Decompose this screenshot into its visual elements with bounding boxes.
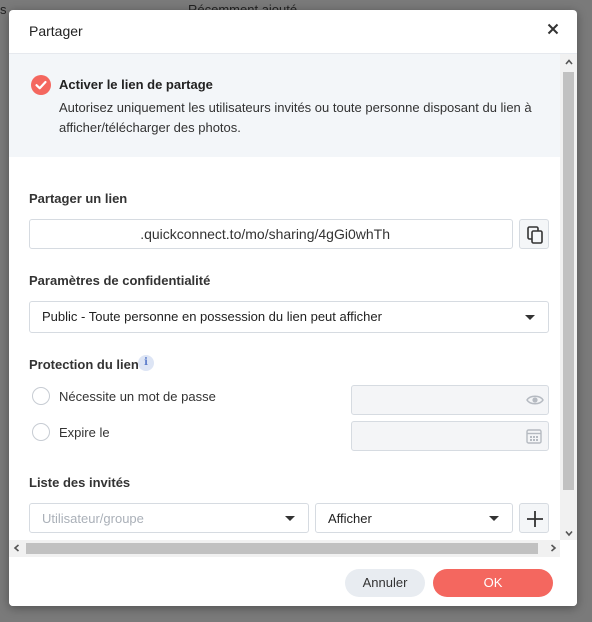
background-text-fragment: s xyxy=(0,2,7,17)
share-link-field[interactable]: .quickconnect.to/mo/sharing/4gGi0whTh xyxy=(29,219,513,249)
expire-date-field[interactable] xyxy=(351,421,549,451)
share-link-toggle-banner: Activer le lien de partage Autorisez uni… xyxy=(9,54,560,157)
vertical-scroll-thumb[interactable] xyxy=(563,72,574,490)
chevron-down-icon xyxy=(525,315,535,320)
privacy-selected-value: Public - Toute personne en possession du… xyxy=(42,309,382,324)
scroll-left-icon[interactable] xyxy=(12,543,22,553)
ok-button[interactable]: OK xyxy=(433,569,553,597)
password-radio[interactable] xyxy=(32,387,50,405)
expire-radio[interactable] xyxy=(32,423,50,441)
share-dialog: Partager Activer le lien de partage Auto… xyxy=(9,10,577,606)
vertical-scrollbar[interactable] xyxy=(560,54,577,540)
user-group-placeholder: Utilisateur/groupe xyxy=(42,511,144,526)
dialog-header: Partager xyxy=(9,10,577,54)
plus-icon xyxy=(527,511,543,527)
calendar-icon[interactable] xyxy=(526,428,542,444)
scroll-up-icon[interactable] xyxy=(564,57,574,67)
dialog-footer: Annuler OK xyxy=(9,557,577,606)
permission-select[interactable]: Afficher xyxy=(315,503,513,533)
info-icon[interactable]: i xyxy=(138,355,154,371)
enable-share-checkbox[interactable] xyxy=(31,75,51,95)
dialog-content: Activer le lien de partage Autorisez uni… xyxy=(9,54,560,540)
privacy-select[interactable]: Public - Toute personne en possession du… xyxy=(29,301,549,333)
scroll-right-icon[interactable] xyxy=(548,543,558,553)
horizontal-scrollbar[interactable] xyxy=(9,540,560,557)
chevron-down-icon xyxy=(489,516,499,521)
copy-icon xyxy=(527,226,543,244)
share-link-label: Partager un lien xyxy=(29,191,128,206)
close-icon[interactable] xyxy=(545,21,561,37)
privacy-label: Paramètres de confidentialité xyxy=(29,273,211,288)
add-invitee-button[interactable] xyxy=(519,503,549,533)
enable-share-description: Autorisez uniquement les utilisateurs in… xyxy=(59,100,532,135)
invitees-label: Liste des invités xyxy=(29,475,131,490)
cancel-button[interactable]: Annuler xyxy=(345,569,425,597)
copy-link-button[interactable] xyxy=(519,219,549,249)
enable-share-title[interactable]: Activer le lien de partage xyxy=(59,77,213,92)
link-protection-label: Protection du lien xyxy=(29,357,139,372)
scroll-down-icon[interactable] xyxy=(564,528,574,538)
permission-selected-value: Afficher xyxy=(328,511,372,526)
password-field[interactable] xyxy=(351,385,549,415)
share-link-value: .quickconnect.to/mo/sharing/4gGi0whTh xyxy=(140,226,390,242)
password-option-label[interactable]: Nécessite un mot de passe xyxy=(59,389,216,404)
eye-icon[interactable] xyxy=(526,393,544,407)
user-group-select[interactable]: Utilisateur/groupe xyxy=(29,503,309,533)
dialog-title: Partager xyxy=(29,23,83,39)
expire-option-label[interactable]: Expire le xyxy=(59,425,110,440)
horizontal-scroll-thumb[interactable] xyxy=(26,543,538,554)
chevron-down-icon xyxy=(285,516,295,521)
